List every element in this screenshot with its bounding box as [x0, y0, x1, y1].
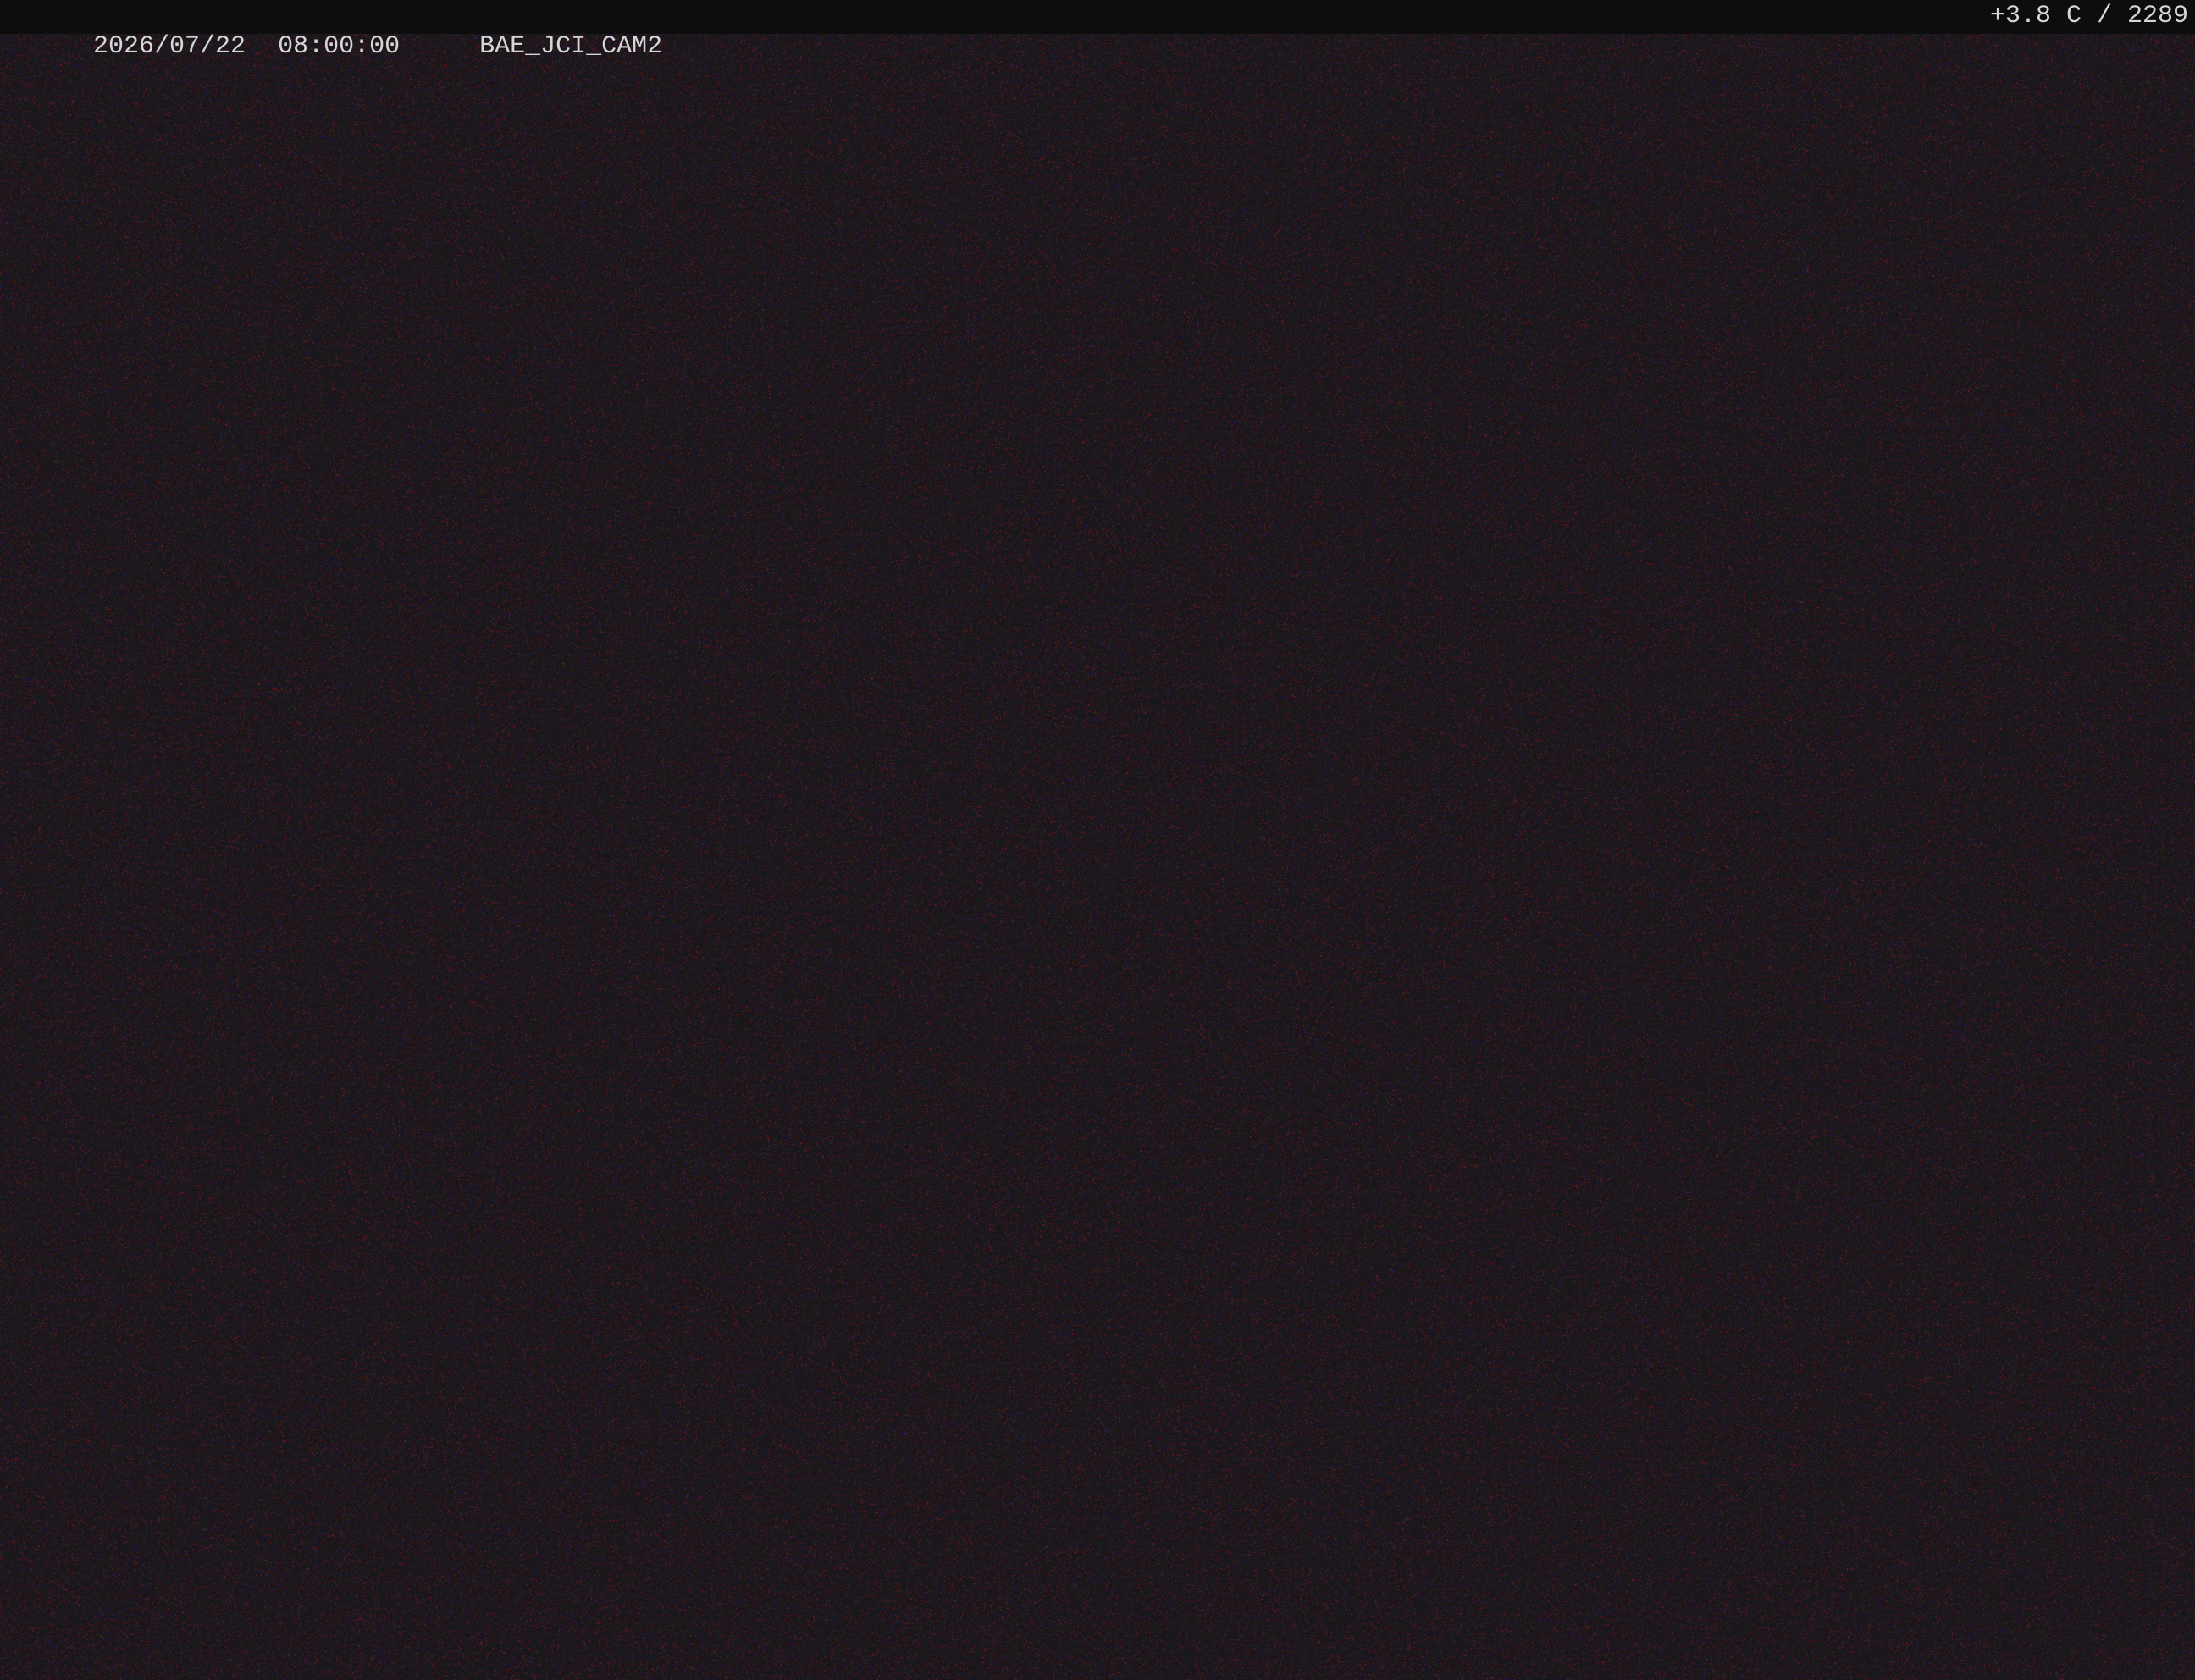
- osd-temperature-readout: +3.8 C / 2289: [1989, 2, 2188, 30]
- dark-night-scene: [0, 0, 2195, 1680]
- camera-frame: 2026/07/22 08:00:00 BAE_JCI_CAM2 +3.8 C / …: [0, 0, 2195, 1680]
- osd-left-group: 2026/07/22 08:00:00 BAE_JCI_CAM2: [2, 1, 662, 92]
- osd-date: 2026/07/22: [93, 32, 246, 61]
- osd-overlay-bar: 2026/07/22 08:00:00 BAE_JCI_CAM2 +3.8 C / …: [0, 0, 2195, 61]
- osd-time: 08:00:00: [278, 32, 401, 61]
- osd-camera-id: BAE_JCI_CAM2: [479, 32, 663, 61]
